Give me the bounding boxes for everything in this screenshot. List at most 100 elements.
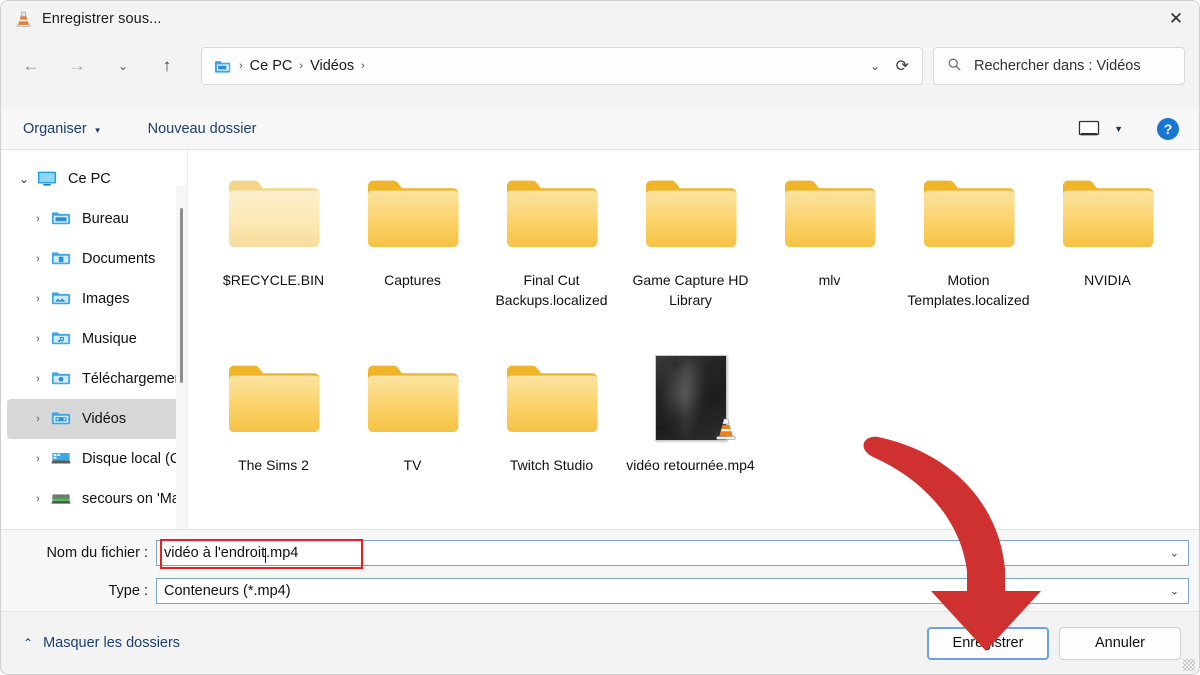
sidebar-item-label: Documents — [82, 251, 156, 267]
chevron-down-icon[interactable]: ⌄ — [1170, 585, 1179, 598]
file-item[interactable]: The Sims 2 — [204, 349, 343, 534]
command-toolbar: Organiser ▼ Nouveau dossier ▼ ? — [1, 109, 1199, 150]
chevron-right-icon[interactable]: › — [25, 213, 51, 225]
file-list[interactable]: $RECYCLE.BIN Captures Final Cut Backups.lo… — [187, 150, 1199, 529]
navigation-bar: ← → ⌄ ↑ › Ce PC › Vidéos › ⌄ ⟳ Recherche… — [1, 38, 1199, 94]
folder-icon — [360, 170, 466, 256]
breadcrumb-separator-1: › — [299, 60, 304, 72]
folder-music-icon — [51, 330, 73, 348]
recent-locations-icon[interactable]: ⌄ — [107, 50, 139, 82]
filetype-select[interactable]: Conteneurs (*.mp4) ⌄ — [156, 578, 1189, 604]
sidebar-item-vid-os[interactable]: › Vidéos — [7, 399, 181, 439]
sidebar-item-bureau[interactable]: › Bureau — [7, 199, 181, 239]
chevron-down-icon[interactable]: ⌄ — [11, 172, 37, 186]
help-button[interactable]: ? — [1157, 118, 1179, 140]
breadcrumb-item-ce-pc[interactable]: Ce PC — [250, 58, 293, 74]
vlc-cone-icon — [14, 10, 33, 29]
chevron-down-icon[interactable]: ▼ — [1114, 124, 1123, 134]
chevron-down-icon[interactable]: ⌄ — [870, 48, 880, 84]
sidebar-item-t-l-chargemen[interactable]: › Téléchargemen — [7, 359, 183, 399]
resize-grip[interactable] — [1183, 659, 1195, 671]
sidebar-item-label: Disque local (C: — [82, 451, 185, 467]
title-bar: Enregistrer sous... ✕ — [1, 1, 1199, 37]
new-folder-button[interactable]: Nouveau dossier — [148, 121, 257, 137]
file-item[interactable]: $RECYCLE.BIN — [204, 164, 343, 349]
file-item[interactable]: mlv — [760, 164, 899, 349]
save-button[interactable]: Enregistrer — [927, 626, 1049, 660]
chevron-right-icon[interactable]: › — [25, 373, 51, 385]
view-layout-icon[interactable] — [1078, 120, 1100, 138]
file-item[interactable]: Game Capture HD Library — [621, 164, 760, 349]
file-item[interactable]: TV — [343, 349, 482, 534]
breadcrumb-separator-2: › — [361, 60, 365, 72]
toolbar-right: ▼ ? — [1078, 118, 1199, 140]
sidebar-item-secours-on-ma[interactable]: › secours on 'Ma — [7, 479, 181, 519]
folder-icon — [360, 355, 466, 441]
filename-value: vidéo à l'endroit — [164, 545, 266, 561]
folder-icon — [499, 170, 605, 256]
breadcrumb-item-videos[interactable]: Vidéos — [310, 58, 354, 74]
sidebar-item-disque-local-c[interactable]: › Disque local (C: — [7, 439, 185, 479]
forward-icon[interactable]: → — [61, 50, 93, 82]
sidebar-item-label: Téléchargemen — [82, 371, 183, 387]
organiser-button[interactable]: Organiser ▼ — [23, 121, 102, 137]
chevron-right-icon[interactable]: › — [25, 493, 51, 505]
filetype-label: Type : — [108, 583, 149, 599]
folder-downloads-icon — [51, 370, 73, 388]
file-name-label: vidéo retournée.mp4 — [626, 457, 755, 473]
up-one-level-icon[interactable]: ↑ — [151, 50, 183, 82]
sidebar-item-label: Images — [82, 291, 130, 307]
file-name-label: NVIDIA — [1084, 272, 1131, 288]
file-item[interactable]: Twitch Studio — [482, 349, 621, 534]
back-icon[interactable]: ← — [15, 50, 47, 82]
folder-tree: ⌄ Ce PC › Bureau › Documents › Images › Musique › T… — [1, 159, 187, 519]
folder-empty-icon — [221, 170, 327, 256]
breadcrumb-separator-0: › — [239, 60, 243, 72]
sidebar-item-ce-pc[interactable]: ⌄ Ce PC — [7, 159, 181, 199]
chevron-right-icon[interactable]: › — [25, 293, 51, 305]
close-button[interactable]: ✕ — [1153, 1, 1199, 37]
file-item[interactable]: Captures — [343, 164, 482, 349]
folder-icon — [221, 355, 327, 441]
filename-label: Nom du fichier : — [46, 545, 148, 561]
file-name-label: Final Cut Backups.localized — [495, 272, 608, 308]
chevron-right-icon[interactable]: › — [25, 413, 51, 425]
network-drive-icon — [51, 490, 73, 508]
chevron-right-icon[interactable]: › — [25, 333, 51, 345]
hide-folders-toggle[interactable]: ⌃ Masquer les dossiers — [23, 635, 180, 651]
chevron-down-icon: ▼ — [93, 125, 102, 135]
breadcrumb[interactable]: › Ce PC › Vidéos › ⌄ ⟳ — [201, 47, 923, 85]
vlc-cone-icon — [714, 417, 738, 443]
sidebar-scrollbar-thumb[interactable] — [180, 208, 183, 383]
sidebar-item-label: Vidéos — [82, 411, 127, 427]
file-item[interactable]: Motion Templates.localized — [899, 164, 1038, 349]
refresh-icon[interactable]: ⟳ — [896, 48, 909, 84]
folder-icon — [214, 59, 232, 74]
file-name-label: The Sims 2 — [238, 457, 309, 473]
dialog-body: ⌄ Ce PC › Bureau › Documents › Images › Musique › T… — [1, 150, 1199, 529]
file-name-label: Game Capture HD Library — [632, 272, 749, 308]
cancel-button[interactable]: Annuler — [1059, 626, 1181, 660]
text-cursor — [265, 547, 267, 563]
monitor-icon — [37, 170, 59, 188]
search-input[interactable]: Rechercher dans : Vidéos — [933, 47, 1185, 85]
chevron-right-icon[interactable]: › — [25, 253, 51, 265]
file-item[interactable]: NVIDIA — [1038, 164, 1177, 349]
dialog-footer: ⌃ Masquer les dossiers Enregistrer Annul… — [1, 611, 1199, 674]
filename-input[interactable]: vidéo à l'endroit .mp4 ⌄ — [156, 540, 1189, 566]
chevron-down-icon[interactable]: ⌄ — [1170, 547, 1179, 560]
footer-buttons: Enregistrer Annuler — [927, 626, 1199, 660]
chevron-right-icon[interactable]: › — [25, 453, 51, 465]
file-name-label: $RECYCLE.BIN — [222, 272, 325, 288]
sidebar-item-musique[interactable]: › Musique — [7, 319, 181, 359]
file-item[interactable]: vidéo retournée.mp4 — [621, 349, 760, 534]
title-bar-left: Enregistrer sous... — [1, 10, 162, 29]
file-name-label: Motion Templates.localized — [907, 272, 1030, 308]
sidebar-item-documents[interactable]: › Documents — [7, 239, 181, 279]
sidebar-item-images[interactable]: › Images — [7, 279, 181, 319]
sidebar-scrollbar[interactable] — [176, 186, 187, 529]
file-item[interactable]: Final Cut Backups.localized — [482, 164, 621, 349]
sidebar-item-label: Musique — [82, 331, 137, 347]
hide-folders-label: Masquer les dossiers — [43, 635, 181, 651]
sidebar-item-label: Ce PC — [68, 171, 111, 187]
